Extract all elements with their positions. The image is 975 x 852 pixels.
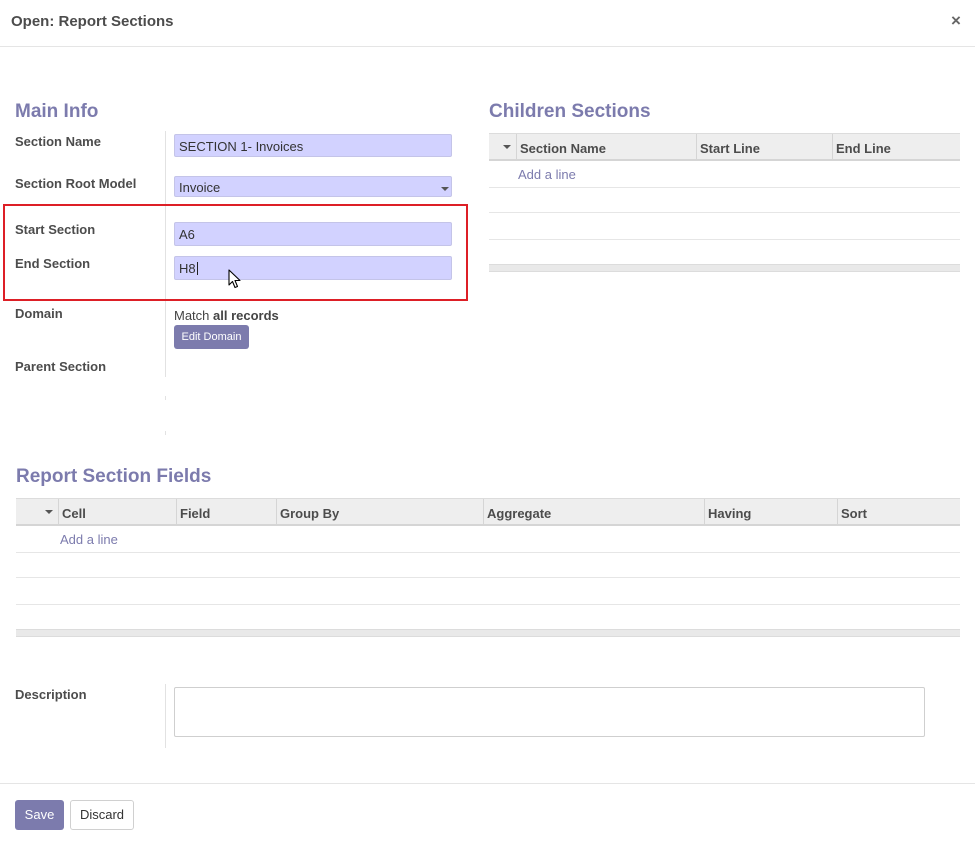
root-model-label: Section Root Model (15, 176, 137, 191)
end-section-input[interactable]: H8 (174, 256, 452, 280)
end-section-value: H8 (179, 261, 196, 276)
fields-add-line-link[interactable]: Add a line (60, 532, 118, 547)
section-name-input[interactable]: SECTION 1- Invoices (174, 134, 452, 157)
end-section-label: End Section (15, 256, 91, 271)
sort-column[interactable] (16, 499, 58, 524)
column-field[interactable]: Field (176, 499, 276, 524)
column-cell[interactable]: Cell (58, 499, 176, 524)
domain-match-prefix: Match (174, 308, 210, 323)
parent-section-label: Parent Section (15, 359, 107, 374)
children-table-footer (489, 264, 960, 272)
section-name-label: Section Name (15, 134, 101, 149)
caret-down-icon (503, 145, 511, 149)
row-divider (489, 212, 960, 213)
children-sections-heading: Children Sections (489, 101, 651, 122)
section-name-value: SECTION 1- Invoices (179, 139, 304, 154)
column-group-by[interactable]: Group By (276, 499, 483, 524)
children-add-line-link[interactable]: Add a line (518, 167, 576, 182)
chevron-down-icon (441, 187, 449, 191)
description-textarea[interactable] (174, 687, 925, 737)
discard-button[interactable]: Discard (70, 800, 134, 830)
domain-summary: Match all records (174, 308, 279, 323)
report-fields-heading: Report Section Fields (16, 466, 212, 487)
label-divider-tick (165, 396, 166, 400)
column-sort[interactable]: Sort (837, 499, 960, 524)
footer-divider (0, 783, 975, 784)
caret-down-icon (45, 510, 53, 514)
fields-table-header: Cell Field Group By Aggregate Having Sor… (16, 498, 960, 526)
column-end-line[interactable]: End Line (832, 134, 960, 159)
row-divider (16, 577, 960, 578)
label-divider (165, 684, 166, 748)
mouse-pointer-icon (228, 269, 241, 289)
column-section-name[interactable]: Section Name (516, 134, 696, 159)
save-button[interactable]: Save (15, 800, 64, 830)
column-start-line[interactable]: Start Line (696, 134, 832, 159)
start-section-value: A6 (179, 227, 195, 242)
root-model-value: Invoice (179, 180, 221, 195)
dialog-title: Open: Report Sections (11, 13, 174, 30)
label-divider-tick (165, 431, 166, 435)
row-divider (489, 187, 960, 188)
row-divider (16, 552, 960, 553)
text-caret (196, 262, 198, 275)
domain-match-value: all records (213, 308, 279, 323)
start-section-label: Start Section (15, 222, 96, 237)
column-aggregate[interactable]: Aggregate (483, 499, 704, 524)
sort-column[interactable] (489, 134, 516, 159)
children-table-header: Section Name Start Line End Line (489, 133, 960, 161)
fields-table-footer (16, 629, 960, 637)
close-icon[interactable]: × (951, 11, 961, 31)
column-having[interactable]: Having (704, 499, 837, 524)
row-divider (16, 604, 960, 605)
edit-domain-button[interactable]: Edit Domain (174, 325, 249, 349)
row-divider (489, 239, 960, 240)
main-info-heading: Main Info (15, 101, 99, 122)
root-model-select[interactable]: Invoice (174, 176, 452, 197)
start-section-input[interactable]: A6 (174, 222, 452, 246)
domain-label: Domain (15, 306, 63, 321)
description-label: Description (15, 687, 87, 702)
